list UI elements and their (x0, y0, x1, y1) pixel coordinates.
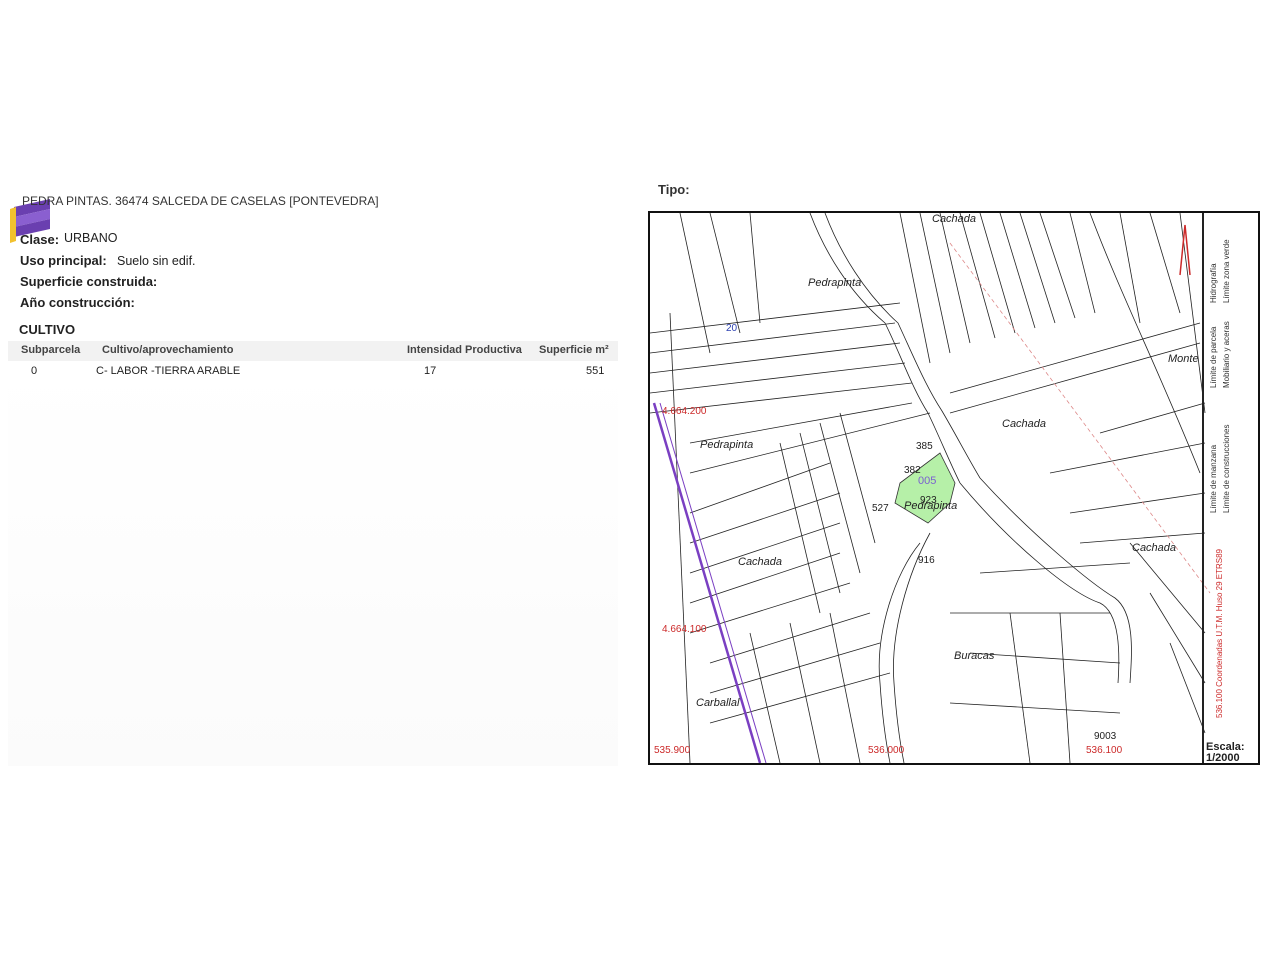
clase-value: URBANO (64, 231, 117, 245)
cultivo-table-header: Subparcela Cultivo/aprovechamiento Inten… (8, 341, 618, 361)
ano-construccion-label: Año construcción: (20, 295, 135, 310)
tipo-label: Tipo: (658, 182, 690, 197)
coordinate-label: 535.900 (654, 745, 690, 756)
cell-subparcela: 0 (31, 365, 37, 377)
col-superficie: Superficie m² (539, 344, 609, 356)
highlighted-parcel (895, 453, 955, 523)
parcel-number: 916 (918, 555, 935, 566)
col-subparcela: Subparcela (21, 344, 80, 356)
clase-label: Clase: (20, 232, 59, 247)
coordinate-label: 536.000 (868, 745, 904, 756)
place-name: Pedrapinta (808, 277, 861, 289)
place-name: Cachada (932, 213, 976, 225)
map-legend: Límite de manzana Límite de parcela Hidr… (1205, 213, 1258, 738)
place-name: Cachada (1002, 418, 1046, 430)
property-address: PEDRA PINTAS. 36474 SALCEDA DE CASELAS [… (22, 194, 379, 208)
uso-principal-value: Suelo sin edif. (117, 254, 196, 268)
escala-value: 1/2000 (1206, 752, 1240, 764)
place-name: Monte (1168, 353, 1199, 365)
legend-item: Límite de manzana (1209, 445, 1218, 513)
cultivo-table-body: 0 C- LABOR -TIERRA ARABLE 17 551 (8, 361, 618, 766)
place-name: Cachada (1132, 542, 1176, 554)
parcel-number: 923 (920, 495, 937, 506)
place-name: Buracas (954, 650, 994, 662)
cadastral-map-drawing (650, 213, 1258, 763)
legend-item: Límite de parcela (1209, 327, 1218, 388)
parcel-number: 9003 (1094, 731, 1116, 742)
cell-intensidad: 17 (424, 365, 436, 377)
cell-cultivo: C- LABOR -TIERRA ARABLE (96, 365, 240, 377)
col-intensidad: Intensidad Productiva (407, 344, 522, 356)
parcel-number: 527 (872, 503, 889, 514)
place-name: Pedrapinta (700, 439, 753, 451)
place-name: Carballal (696, 697, 739, 709)
cadastral-map: Cachada Pedrapinta Pedrapinta Cachada Mo… (648, 211, 1260, 765)
legend-separator (1202, 213, 1204, 763)
coordinate-label: 4.664.200 (662, 406, 707, 417)
parcel-number: 005 (918, 475, 936, 487)
cultivo-title: CULTIVO (19, 322, 75, 337)
legend-coords-note: 536.100 Coordenadas U.T.M. Huso 29 ETRS8… (1215, 549, 1224, 718)
col-cultivo: Cultivo/aprovechamiento (102, 344, 233, 356)
cell-superficie: 551 (586, 365, 604, 377)
legend-item: Límite de construcciones (1222, 425, 1231, 514)
coordinate-label: 4.664.100 (662, 624, 707, 635)
place-name: Cachada (738, 556, 782, 568)
parcel-number: 385 (916, 441, 933, 452)
legend-item: Mobiliario y aceras (1222, 321, 1231, 388)
legend-item: Hidrografía (1209, 263, 1218, 303)
superficie-construida-label: Superficie construida: (20, 274, 157, 289)
uso-principal-label: Uso principal: (20, 253, 107, 268)
legend-item: Límite zona verde (1222, 239, 1231, 303)
parcel-number: 20 (726, 323, 737, 334)
coordinate-label: 536.100 (1086, 745, 1122, 756)
